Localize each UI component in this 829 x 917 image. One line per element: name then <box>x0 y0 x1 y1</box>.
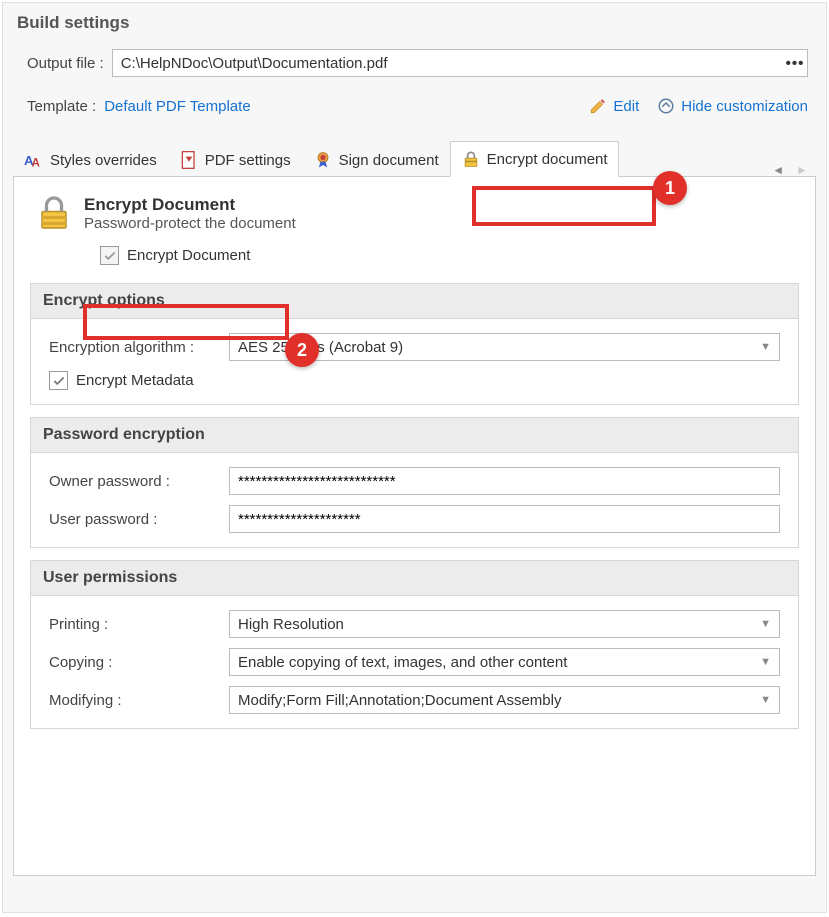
user-password-input[interactable] <box>229 505 780 533</box>
encrypt-tab-panel: Encrypt Document Password-protect the do… <box>13 176 816 876</box>
lock-icon <box>461 149 481 169</box>
encrypt-metadata-label: Encrypt Metadata <box>76 372 194 389</box>
svg-text:A: A <box>32 157 41 170</box>
owner-password-label: Owner password : <box>49 473 229 490</box>
output-file-label: Output file : <box>27 55 104 72</box>
encrypt-document-checkbox-row[interactable]: Encrypt Document <box>90 240 799 271</box>
output-file-field[interactable]: ••• <box>112 49 808 77</box>
encryption-algorithm-label: Encryption algorithm : <box>49 339 229 356</box>
encrypt-options-group: Encrypt options Encryption algorithm : A… <box>30 283 799 405</box>
chevron-down-icon: ▼ <box>760 694 771 706</box>
modifying-label: Modifying : <box>49 692 229 709</box>
tab-label: Sign document <box>339 152 439 169</box>
tab-pdf-settings[interactable]: PDF settings <box>168 142 302 177</box>
user-permissions-group: User permissions Printing : High Resolut… <box>30 560 799 729</box>
encrypt-document-checkbox[interactable] <box>100 246 119 265</box>
template-link[interactable]: Default PDF Template <box>104 98 250 115</box>
modifying-select[interactable]: Modify;Form Fill;Annotation;Document Ass… <box>229 686 780 714</box>
user-password-label: User password : <box>49 511 229 528</box>
callout-1: 1 <box>653 171 687 205</box>
pencil-icon <box>589 97 607 115</box>
tab-prev-button[interactable]: ◄ <box>772 163 784 177</box>
output-file-input[interactable] <box>113 50 783 76</box>
encrypt-document-checkbox-label: Encrypt Document <box>127 247 250 264</box>
panel-title: Build settings <box>3 3 826 45</box>
select-value: High Resolution <box>238 616 344 633</box>
chevron-down-icon: ▼ <box>760 341 771 353</box>
lock-icon <box>36 195 72 231</box>
tab-label: PDF settings <box>205 152 291 169</box>
password-encryption-group: Password encryption Owner password : Use… <box>30 417 799 548</box>
copying-select[interactable]: Enable copying of text, images, and othe… <box>229 648 780 676</box>
check-icon <box>103 249 117 263</box>
ellipsis-icon: ••• <box>786 55 805 72</box>
owner-password-input[interactable] <box>229 467 780 495</box>
section-subtitle: Password-protect the document <box>84 215 296 232</box>
tab-next-button[interactable]: ► <box>796 163 808 177</box>
ribbon-icon <box>313 150 333 170</box>
tabbar: A A Styles overrides PDF settings Sign d… <box>3 137 826 177</box>
printing-label: Printing : <box>49 616 229 633</box>
tab-styles-overrides[interactable]: A A Styles overrides <box>13 142 168 177</box>
group-title: Password encryption <box>31 418 798 453</box>
tab-encrypt-document[interactable]: Encrypt document <box>450 141 619 177</box>
select-value: AES 256 bits (Acrobat 9) <box>238 339 403 356</box>
select-value: Enable copying of text, images, and othe… <box>238 654 567 671</box>
encrypt-metadata-checkbox[interactable] <box>49 371 68 390</box>
collapse-icon <box>657 97 675 115</box>
select-value: Modify;Form Fill;Annotation;Document Ass… <box>238 692 561 709</box>
pdf-icon <box>179 150 199 170</box>
section-title: Encrypt Document <box>84 195 296 215</box>
group-title: Encrypt options <box>31 284 798 319</box>
check-icon <box>52 374 66 388</box>
copying-label: Copying : <box>49 654 229 671</box>
group-title: User permissions <box>31 561 798 596</box>
edit-text: Edit <box>613 98 639 115</box>
callout-2: 2 <box>285 333 319 367</box>
styles-icon: A A <box>24 150 44 170</box>
browse-button[interactable]: ••• <box>783 50 807 76</box>
printing-select[interactable]: High Resolution ▼ <box>229 610 780 638</box>
chevron-down-icon: ▼ <box>760 618 771 630</box>
hide-text: Hide customization <box>681 98 808 115</box>
tab-label: Styles overrides <box>50 152 157 169</box>
tab-sign-document[interactable]: Sign document <box>302 142 450 177</box>
hide-customization-link[interactable]: Hide customization <box>657 97 808 115</box>
template-label: Template : <box>27 98 96 115</box>
chevron-down-icon: ▼ <box>760 656 771 668</box>
edit-link[interactable]: Edit <box>589 97 639 115</box>
tab-label: Encrypt document <box>487 151 608 168</box>
